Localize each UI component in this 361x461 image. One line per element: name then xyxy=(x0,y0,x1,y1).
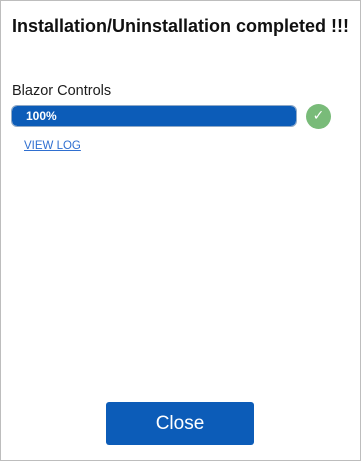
view-log-link[interactable]: VIEW LOG xyxy=(24,140,81,152)
progress-bar: 100% xyxy=(11,105,297,127)
close-button[interactable]: Close xyxy=(106,402,254,445)
product-name: Blazor Controls xyxy=(12,83,112,99)
dialog-title: Installation/Uninstallation completed !!… xyxy=(11,16,350,36)
check-icon: ✓ xyxy=(306,104,331,129)
completion-dialog: Installation/Uninstallation completed !!… xyxy=(0,0,361,461)
progress-label: 100% xyxy=(26,109,57,123)
